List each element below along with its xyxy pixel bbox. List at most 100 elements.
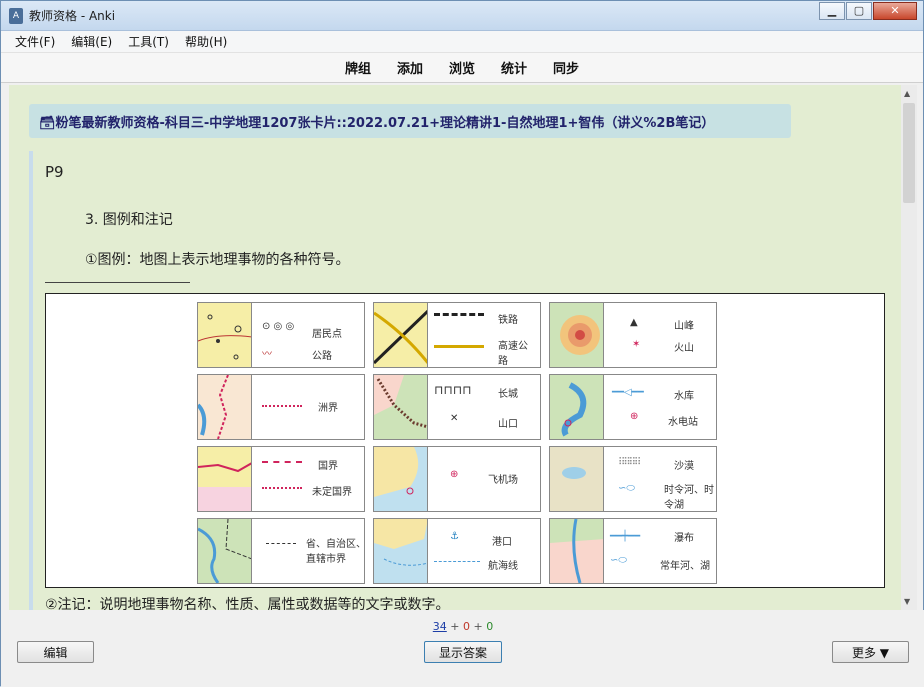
- legend-cell: 铁路 高速公路: [373, 302, 541, 368]
- legend-label: 常年河、湖: [660, 561, 710, 572]
- legend-cell: 国界 未定国界: [197, 446, 365, 512]
- reservoir-map-thumb: [550, 375, 604, 439]
- section-heading: 3. 图例和注记: [85, 212, 173, 228]
- legend-label: 山口: [498, 419, 518, 430]
- toolbar-sync[interactable]: 同步: [553, 58, 579, 77]
- new-count: 34: [432, 620, 447, 633]
- main-toolbar: 牌组 添加 浏览 统计 同步: [1, 53, 923, 83]
- great-wall-symbol-icon: ⊓⊓⊓⊓: [434, 383, 472, 397]
- vertical-scrollbar[interactable]: ▲ ▼: [901, 85, 917, 610]
- legend-cell: ━━┿━━ 瀑布 ∽⬭ 常年河、湖: [549, 518, 717, 584]
- legend-cell: 省、自治区、直辖市界: [197, 518, 366, 584]
- port-map-thumb: [374, 519, 428, 583]
- railway-map-thumb: [374, 303, 428, 367]
- settlement-symbol-icon: ⊙ ◎ ◎: [262, 321, 295, 332]
- legend-label: 高速公路: [498, 341, 528, 367]
- scroll-up-arrow-icon[interactable]: ▲: [904, 89, 910, 98]
- hydropower-station-symbol-icon: ⊕: [630, 411, 639, 422]
- legend-label: 火山: [674, 343, 694, 354]
- continent-boundary-map-thumb: [198, 375, 252, 439]
- legend-text: 铁路 高速公路: [428, 303, 540, 367]
- pass-symbol-icon: ✕: [450, 413, 459, 424]
- legend-label: 长城: [498, 389, 518, 400]
- expressway-symbol-icon: [434, 345, 484, 348]
- edit-button[interactable]: 编辑: [17, 641, 94, 663]
- minimize-button[interactable]: ▁: [819, 2, 845, 20]
- undetermined-boundary-symbol-icon: [262, 487, 302, 489]
- legend-cell: ⊕ 飞机场: [373, 446, 541, 512]
- legend-text: 洲界: [252, 375, 364, 439]
- sea-route-symbol-icon: [434, 561, 480, 562]
- legend-label: 铁路: [498, 315, 518, 326]
- legend-label: 港口: [492, 537, 512, 548]
- perennial-river-symbol-icon: ∽⬭: [610, 555, 627, 566]
- legend-text: ⠿⠿⠿⠿ 沙漠 ∽⬭ 时令河、时令湖: [604, 447, 716, 511]
- menu-file[interactable]: 文件(F): [15, 33, 55, 50]
- more-button[interactable]: 更多 ▼: [832, 641, 909, 663]
- desert-symbol-icon: ⠿⠿⠿⠿: [618, 457, 641, 468]
- scroll-down-arrow-icon[interactable]: ▼: [904, 597, 910, 606]
- toolbar-decks[interactable]: 牌组: [345, 58, 371, 77]
- reservoir-symbol-icon: ━━◁━━: [612, 387, 644, 398]
- toolbar-add[interactable]: 添加: [397, 58, 423, 77]
- port-symbol-icon: ⚓: [450, 531, 459, 542]
- legend-cell: ⊓⊓⊓⊓ 长城 ✕ 山口: [373, 374, 541, 440]
- legend-label: 飞机场: [488, 475, 518, 486]
- menu-tools[interactable]: 工具(T): [128, 33, 169, 50]
- deck-path-text: 🗃粉笔最新教师资格-科目三-中学地理1207张卡片::2022.07.21+理论…: [39, 115, 715, 131]
- anki-app-icon: A: [9, 7, 23, 24]
- legend-text: 国界 未定国界: [252, 447, 364, 511]
- window-title: 教师资格 - Anki: [29, 9, 116, 23]
- legend-label: 航海线: [488, 561, 518, 572]
- toolbar-browse[interactable]: 浏览: [449, 58, 475, 77]
- legend-text: ▲ 山峰 ✶ 火山: [604, 303, 716, 367]
- menu-edit[interactable]: 编辑(E): [71, 33, 112, 50]
- card-viewer: 🗃粉笔最新教师资格-科目三-中学地理1207张卡片::2022.07.21+理论…: [9, 85, 917, 610]
- seasonal-river-symbol-icon: ∽⬭: [618, 483, 635, 494]
- legend-label: 山峰: [674, 321, 694, 332]
- legend-label: 时令河、时令湖: [664, 485, 714, 511]
- railway-symbol-icon: [434, 313, 484, 316]
- map-legend-figure: ⊙ ◎ ◎ 居民点 〰 公路 铁路 高速公路 ▲ 山峰 ✶ 火山 洲界 ⊓⊓⊓⊓…: [45, 293, 885, 588]
- menu-help[interactable]: 帮助(H): [185, 33, 227, 50]
- legend-cell: ━━◁━━ 水库 ⊕ 水电站: [549, 374, 717, 440]
- continent-boundary-symbol-icon: [262, 405, 302, 407]
- legend-text: ⊓⊓⊓⊓ 长城 ✕ 山口: [428, 375, 540, 439]
- maximize-button[interactable]: ▢: [846, 2, 872, 20]
- app-window: A 教师资格 - Anki ▁ ▢ ✕ 文件(F) 编辑(E) 工具(T) 帮助…: [0, 0, 924, 687]
- legend-label: 居民点: [312, 329, 342, 340]
- legend-text: ⊙ ◎ ◎ 居民点 〰 公路: [252, 303, 364, 367]
- window-controls: ▁ ▢ ✕: [818, 2, 917, 20]
- legend-label: 公路: [312, 351, 332, 362]
- provincial-boundary-map-thumb: [198, 519, 252, 583]
- legend-text: ⊕ 飞机场: [428, 447, 540, 511]
- road-symbol-icon: 〰: [262, 349, 272, 360]
- peak-map-thumb: [550, 303, 604, 367]
- legend-text: ━━┿━━ 瀑布 ∽⬭ 常年河、湖: [604, 519, 716, 583]
- legend-cell: ▲ 山峰 ✶ 火山: [549, 302, 717, 368]
- legend-label: 国界: [318, 461, 338, 472]
- show-answer-button[interactable]: 显示答案: [424, 641, 502, 663]
- close-button[interactable]: ✕: [873, 2, 917, 20]
- national-boundary-symbol-icon: [262, 461, 302, 463]
- legend-label: 省、自治区、直辖市界: [306, 539, 366, 565]
- peak-symbol-icon: ▲: [630, 317, 638, 328]
- legend-label: 水库: [674, 391, 694, 402]
- card-body: P9 3. 图例和注记 ①图例：地图上表示地理事物的各种符号。 ⊙ ◎ ◎ 居民…: [29, 151, 889, 610]
- legend-cell: ⊙ ◎ ◎ 居民点 〰 公路: [197, 302, 365, 368]
- bottom-bar: 34 + 0 + 0 编辑 显示答案 更多 ▼: [1, 610, 924, 687]
- legend-label: 瀑布: [674, 533, 694, 544]
- divider: [45, 282, 190, 283]
- legend-text: ━━◁━━ 水库 ⊕ 水电站: [604, 375, 716, 439]
- menu-bar: 文件(F) 编辑(E) 工具(T) 帮助(H): [1, 31, 923, 53]
- airport-symbol-icon: ⊕: [450, 469, 459, 480]
- legend-label: 洲界: [318, 403, 338, 414]
- scrollbar-thumb[interactable]: [903, 103, 915, 203]
- settlement-map-thumb: [198, 303, 252, 367]
- toolbar-stats[interactable]: 统计: [501, 58, 527, 77]
- legend-text: ⚓ 港口 航海线: [428, 519, 540, 583]
- airport-map-thumb: [374, 447, 428, 511]
- deck-path-header: 🗃粉笔最新教师资格-科目三-中学地理1207张卡片::2022.07.21+理论…: [29, 104, 791, 138]
- due-counts: 34 + 0 + 0: [432, 620, 494, 633]
- page-number: P9: [45, 163, 64, 181]
